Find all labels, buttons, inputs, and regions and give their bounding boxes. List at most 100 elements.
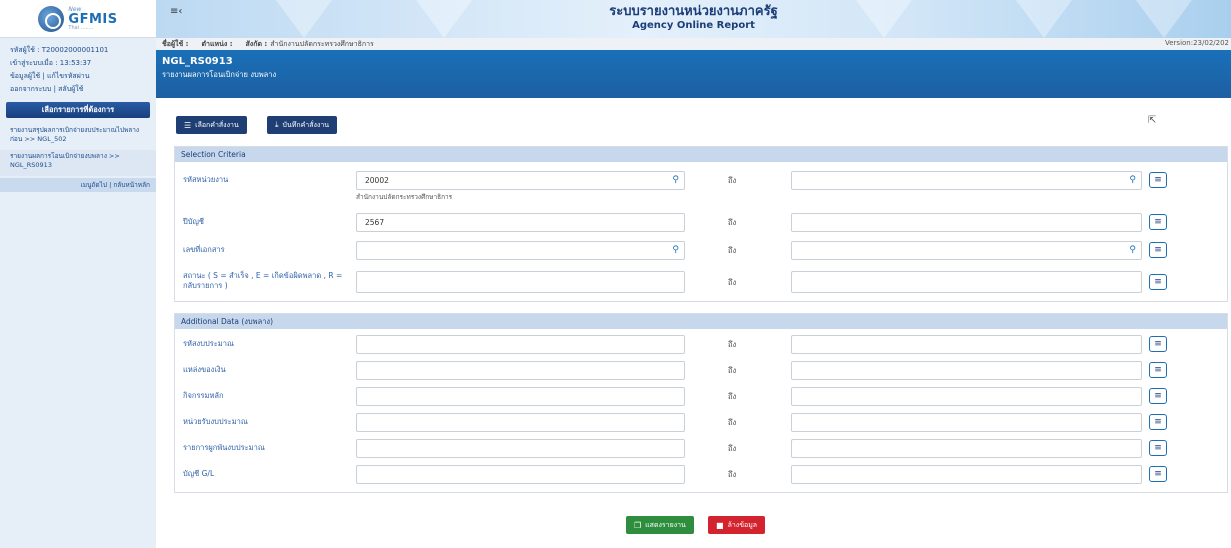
to-label: ถึง xyxy=(728,418,737,427)
commitment-item-label: รายการผูกพันงบประมาณ xyxy=(183,443,265,452)
additional-data-header: Additional Data (งบพลาง) xyxy=(175,314,1227,329)
sidebar-item-ngl-rs0913[interactable]: รายงานผลการโอนเบิกจ่ายงบพลาง >> NGL_RS09… xyxy=(0,150,156,176)
org-label: สังกัด : xyxy=(245,39,268,48)
gl-account-to-input[interactable] xyxy=(791,465,1142,484)
budget-code-from-input[interactable] xyxy=(356,335,685,354)
main-activity-label: กิจกรรมหลัก xyxy=(183,391,224,400)
main-activity-from-input[interactable] xyxy=(356,387,685,406)
budget-code-label: รหัสงบประมาณ xyxy=(183,339,234,348)
status-from-input[interactable] xyxy=(356,271,685,293)
menu-header: เลือกรายการที่ต้องการ xyxy=(6,102,150,118)
to-label: ถึง xyxy=(728,470,737,479)
search-icon[interactable]: ⚲ xyxy=(1129,175,1136,185)
select-order-button[interactable]: ☰ เลือกคำสั่งงาน xyxy=(176,116,247,134)
org-value: สำนักงานปลัดกระทรวงศึกษาธิการ xyxy=(270,39,374,48)
main-activity-row: กิจกรรมหลัก ถึง ≡ xyxy=(175,387,1229,406)
main-content: ชื่อผู้ใช้ : ตำแหน่ง : สังกัด : สำนักงาน… xyxy=(156,38,1231,548)
to-label: ถึง xyxy=(728,218,737,227)
agency-name-hint: สำนักงานปลัดกระทรวงศึกษาธิการ xyxy=(356,193,453,201)
top-banner: ≡‹ ระบบรายงานหน่วยงานภาครัฐ Agency Onlin… xyxy=(156,0,1231,38)
doc-no-label: เลขที่เอกสาร xyxy=(183,245,225,254)
doc-no-to-input[interactable]: ⚲ xyxy=(791,241,1142,260)
budget-unit-from-input[interactable] xyxy=(356,413,685,432)
multi-select-list-icon[interactable]: ≡ xyxy=(1149,440,1167,456)
agency-label: รหัสหน่วยงาน xyxy=(183,175,229,184)
list-icon: ☰ xyxy=(184,120,192,130)
multi-select-list-icon[interactable]: ≡ xyxy=(1149,172,1167,188)
gl-account-label: บัญชี G/L xyxy=(183,469,215,478)
gl-account-row: บัญชี G/L ถึง ≡ xyxy=(175,465,1229,484)
fiscal-year-from-input[interactable]: 2567 xyxy=(356,213,685,232)
multi-select-list-icon[interactable]: ≡ xyxy=(1149,388,1167,404)
budget-unit-label: หน่วยรับงบประมาณ xyxy=(183,417,248,426)
commitment-item-to-input[interactable] xyxy=(791,439,1142,458)
doc-no-from-input[interactable]: ⚲ xyxy=(356,241,685,260)
info-bar: ชื่อผู้ใช้ : ตำแหน่ง : สังกัด : สำนักงาน… xyxy=(156,38,1231,50)
doc-no-row: เลขที่เอกสาร ⚲ ถึง ⚲ ≡ xyxy=(175,241,1229,260)
switch-user-link[interactable]: สลับผู้ใช้ xyxy=(58,85,83,93)
multi-select-list-icon[interactable]: ≡ xyxy=(1149,214,1167,230)
logout-link[interactable]: ออกจากระบบ xyxy=(10,85,51,93)
home-link[interactable]: กลับหน้าหลัก xyxy=(113,180,150,190)
prev-menu-link[interactable]: เมนูถัดไป xyxy=(81,180,108,190)
multi-select-list-icon[interactable]: ≡ xyxy=(1149,414,1167,430)
version-text: Version:23/02/202 xyxy=(1165,39,1229,47)
fund-source-from-input[interactable] xyxy=(356,361,685,380)
commitment-item-row: รายการผูกพันงบประมาณ ถึง ≡ xyxy=(175,439,1229,458)
agency-to-input[interactable]: ⚲ xyxy=(791,171,1142,190)
gl-account-from-input[interactable] xyxy=(356,465,685,484)
save-order-button[interactable]: ⤓ บันทึกคำสั่งงาน xyxy=(267,116,338,134)
commitment-item-from-input[interactable] xyxy=(356,439,685,458)
logo-main-text: GFMIS xyxy=(68,11,118,27)
multi-select-list-icon[interactable]: ≡ xyxy=(1149,242,1167,258)
password-link[interactable]: แก้ไขรหัสผ่าน xyxy=(47,72,90,80)
report-code: NGL_RS0913 xyxy=(162,56,233,67)
report-name: รายงานผลการโอนเบิกจ่าย งบพลาง xyxy=(162,70,277,79)
multi-select-list-icon[interactable]: ≡ xyxy=(1149,274,1167,290)
logo-emblem-icon xyxy=(38,5,65,32)
user-label: ชื่อผู้ใช้ : xyxy=(162,39,189,48)
budget-unit-row: หน่วยรับงบประมาณ ถึง ≡ xyxy=(175,413,1229,432)
user-info: รหัสผู้ใช้ : T20002000001101 เข้าสู่ระบบ… xyxy=(0,38,156,100)
budget-code-to-input[interactable] xyxy=(791,335,1142,354)
budget-code-row: รหัสงบประมาณ ถึง ≡ xyxy=(175,335,1229,354)
clear-data-button[interactable]: ■ ล้างข้อมูล xyxy=(708,516,766,534)
to-label: ถึง xyxy=(728,246,737,255)
report-icon: ❐ xyxy=(634,520,642,530)
to-label: ถึง xyxy=(728,340,737,349)
fiscal-year-label: ปีบัญชี xyxy=(183,217,205,226)
multi-select-list-icon[interactable]: ≡ xyxy=(1149,466,1167,482)
app-root: New GFMIS Thai ........ รหัสผู้ใช้ : T20… xyxy=(0,0,1231,548)
fiscal-year-row: ปีบัญชี 2567 ถึง ≡ xyxy=(175,213,1229,232)
search-icon[interactable]: ⚲ xyxy=(672,175,679,185)
sidebar: New GFMIS Thai ........ รหัสผู้ใช้ : T20… xyxy=(0,0,156,548)
multi-select-list-icon[interactable]: ≡ xyxy=(1149,362,1167,378)
position-label: ตำแหน่ง : xyxy=(201,39,233,48)
selection-criteria-header: Selection Criteria xyxy=(175,147,1227,162)
status-to-input[interactable] xyxy=(791,271,1142,293)
to-label: ถึง xyxy=(728,176,737,185)
fund-source-to-input[interactable] xyxy=(791,361,1142,380)
to-label: ถึง xyxy=(728,392,737,401)
fiscal-year-to-input[interactable] xyxy=(791,213,1142,232)
to-label: ถึง xyxy=(728,444,737,453)
main-activity-to-input[interactable] xyxy=(791,387,1142,406)
search-icon[interactable]: ⚲ xyxy=(672,245,679,255)
budget-unit-to-input[interactable] xyxy=(791,413,1142,432)
fund-source-label: แหล่งของเงิน xyxy=(183,365,226,374)
to-label: ถึง xyxy=(728,366,737,375)
status-row: สถานะ ( S = สำเร็จ , E = เกิดข้อผิดพลาด … xyxy=(175,271,1229,293)
agency-from-input[interactable]: 20002 ⚲ xyxy=(356,171,685,190)
report-title-bar: NGL_RS0913 รายงานผลการโอนเบิกจ่าย งบพลาง xyxy=(156,50,1231,98)
selection-criteria-section: Selection Criteria รหัสหน่วยงาน 20002 ⚲ … xyxy=(174,146,1228,302)
download-icon: ⤓ xyxy=(275,120,279,129)
fund-source-row: แหล่งของเงิน ถึง ≡ xyxy=(175,361,1229,380)
gfmis-logo: New GFMIS Thai ........ xyxy=(0,0,156,38)
mouse-cursor-icon: ⇱ xyxy=(1148,115,1157,126)
multi-select-list-icon[interactable]: ≡ xyxy=(1149,336,1167,352)
search-icon[interactable]: ⚲ xyxy=(1129,245,1136,255)
show-report-button[interactable]: ❐ แสดงรายงาน xyxy=(626,516,694,534)
additional-data-section: Additional Data (งบพลาง) รหัสงบประมาณ ถึ… xyxy=(174,313,1228,493)
sidebar-item-ngl-502[interactable]: รายงานสรุปผลการเบิกจ่ายงบประมาณไปพลางก่อ… xyxy=(0,124,156,150)
profile-link[interactable]: ข้อมูลผู้ใช้ xyxy=(10,72,40,80)
